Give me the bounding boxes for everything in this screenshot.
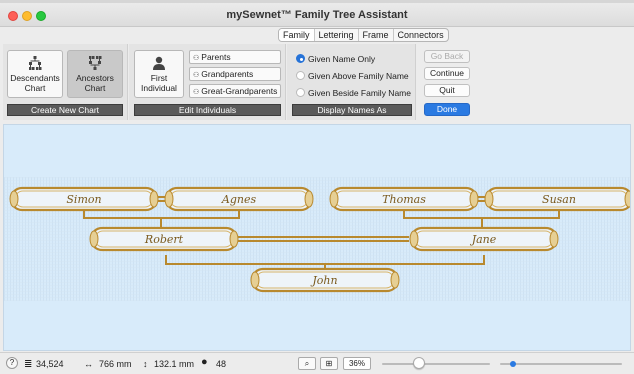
frame-ornament <box>229 230 239 248</box>
name-text: Thomas <box>382 193 426 206</box>
person-icon <box>153 56 165 70</box>
frame-ornament <box>469 190 479 208</box>
zoom-to-fit-button[interactable]: ⌕ <box>298 357 316 370</box>
name-frame-robert[interactable]: Robert <box>89 226 239 252</box>
tab-family[interactable]: Family <box>279 29 315 41</box>
ancestors-tree-icon <box>89 56 102 70</box>
grandparents-button[interactable]: ⚇ Grandparents <box>189 67 281 81</box>
help-button[interactable]: ? <box>6 357 18 369</box>
ancestors-chart-button[interactable]: Ancestors Chart <box>67 50 123 98</box>
frame-ornament <box>409 230 419 248</box>
radio-given-above-label: Given Above Family Name <box>308 71 409 81</box>
parents-button[interactable]: ⚇ Parents <box>189 50 281 64</box>
name-frame-thomas[interactable]: Thomas <box>329 186 479 212</box>
radio-selected-indicator <box>296 54 305 63</box>
name-text: Susan <box>542 193 576 206</box>
position-slider-thumb[interactable] <box>510 361 516 367</box>
create-new-chart-button[interactable]: Create New Chart <box>7 104 123 116</box>
family-tree-design: Simon Agnes Thomas Susan Robert Jane John <box>4 177 630 301</box>
name-text: John <box>310 274 337 287</box>
name-text: Jane <box>470 233 497 246</box>
frame-ornament <box>250 271 260 289</box>
frame-ornament <box>390 271 400 289</box>
frame-ornament <box>164 190 174 208</box>
radio-indicator <box>296 71 305 80</box>
frame-ornament <box>549 230 559 248</box>
frame-ornament <box>89 230 99 248</box>
first-individual-label: First Individual <box>141 73 177 93</box>
frame-ornament <box>304 190 314 208</box>
great-grandparents-icon: ⚇ <box>193 89 200 96</box>
parents-icon: ⚇ <box>193 55 200 62</box>
zoom-slider-track[interactable] <box>382 363 490 365</box>
name-frame-simon[interactable]: Simon <box>9 186 159 212</box>
zoom-slider-thumb[interactable] <box>413 357 425 369</box>
name-frame-susan[interactable]: Susan <box>484 186 630 212</box>
edit-individuals-button[interactable]: Edit Individuals <box>134 104 281 116</box>
stitch-count: 34,524 <box>36 359 64 369</box>
zoom-actual-button[interactable]: ⊞ <box>320 357 338 370</box>
tab-lettering[interactable]: Lettering <box>315 29 359 41</box>
name-frame-john[interactable]: John <box>250 267 400 293</box>
descendants-tree-icon <box>29 56 42 70</box>
descendants-chart-button[interactable]: Descendants Chart <box>7 50 63 98</box>
name-text: Simon <box>66 193 101 206</box>
go-back-button[interactable]: Go Back <box>424 50 470 63</box>
palette-icon: ● <box>201 356 208 368</box>
quit-button[interactable]: Quit <box>424 84 470 97</box>
zoom-level: 36% <box>343 357 371 370</box>
frame-ornament <box>329 190 339 208</box>
frame-ornament <box>149 190 159 208</box>
frame-ornament <box>624 190 630 208</box>
name-text: Robert <box>144 233 184 246</box>
great-grandparents-label: Great-Grandparents <box>201 86 278 96</box>
radio-given-name-only-label: Given Name Only <box>308 54 376 64</box>
name-frame-jane[interactable]: Jane <box>409 226 559 252</box>
app-window: mySewnet™ Family Tree Assistant Family L… <box>0 0 634 374</box>
name-frame-agnes[interactable]: Agnes <box>164 186 314 212</box>
frame-ornament <box>484 190 494 208</box>
design-width: 766 mm <box>99 359 132 369</box>
done-button[interactable]: Done <box>424 103 470 116</box>
position-slider-track[interactable] <box>500 363 622 365</box>
ancestors-chart-label: Ancestors Chart <box>76 73 114 93</box>
status-bar: ? ≣ 34,524 ↔ 766 mm ↕ 132.1 mm ● 48 ⌕ ⊞ … <box>0 352 634 374</box>
design-height: 132.1 mm <box>154 359 195 369</box>
radio-given-name-only[interactable]: Given Name Only <box>296 54 375 64</box>
tab-bar: Family Lettering Frame Connectors <box>278 28 449 42</box>
name-text: Agnes <box>221 193 257 206</box>
tab-connectors[interactable]: Connectors <box>394 29 448 41</box>
display-names-as-button[interactable]: Display Names As <box>292 104 412 116</box>
descendants-chart-label: Descendants Chart <box>10 73 60 93</box>
grandparents-icon: ⚇ <box>193 72 200 79</box>
radio-indicator <box>296 88 305 97</box>
parents-label: Parents <box>201 52 231 62</box>
radio-given-above-family-name[interactable]: Given Above Family Name <box>296 71 409 81</box>
radio-given-beside-family-name[interactable]: Given Beside Family Name <box>296 88 411 98</box>
window-title: mySewnet™ Family Tree Assistant <box>226 9 408 21</box>
first-individual-button[interactable]: First Individual <box>134 50 184 98</box>
great-grandparents-button[interactable]: ⚇ Great-Grandparents <box>189 84 281 98</box>
radio-given-beside-label: Given Beside Family Name <box>308 88 411 98</box>
frame-ornament <box>9 190 19 208</box>
width-icon: ↔ <box>84 359 93 369</box>
title-bar: mySewnet™ Family Tree Assistant <box>0 3 634 27</box>
color-count: 48 <box>216 359 227 369</box>
continue-button[interactable]: Continue <box>424 67 470 80</box>
stitches-icon: ≣ <box>24 359 33 370</box>
grandparents-label: Grandparents <box>201 69 254 79</box>
height-icon: ↕ <box>143 359 148 369</box>
embroidery-canvas[interactable]: Simon Agnes Thomas Susan Robert Jane John <box>3 124 631 351</box>
tab-frame[interactable]: Frame <box>359 29 394 41</box>
